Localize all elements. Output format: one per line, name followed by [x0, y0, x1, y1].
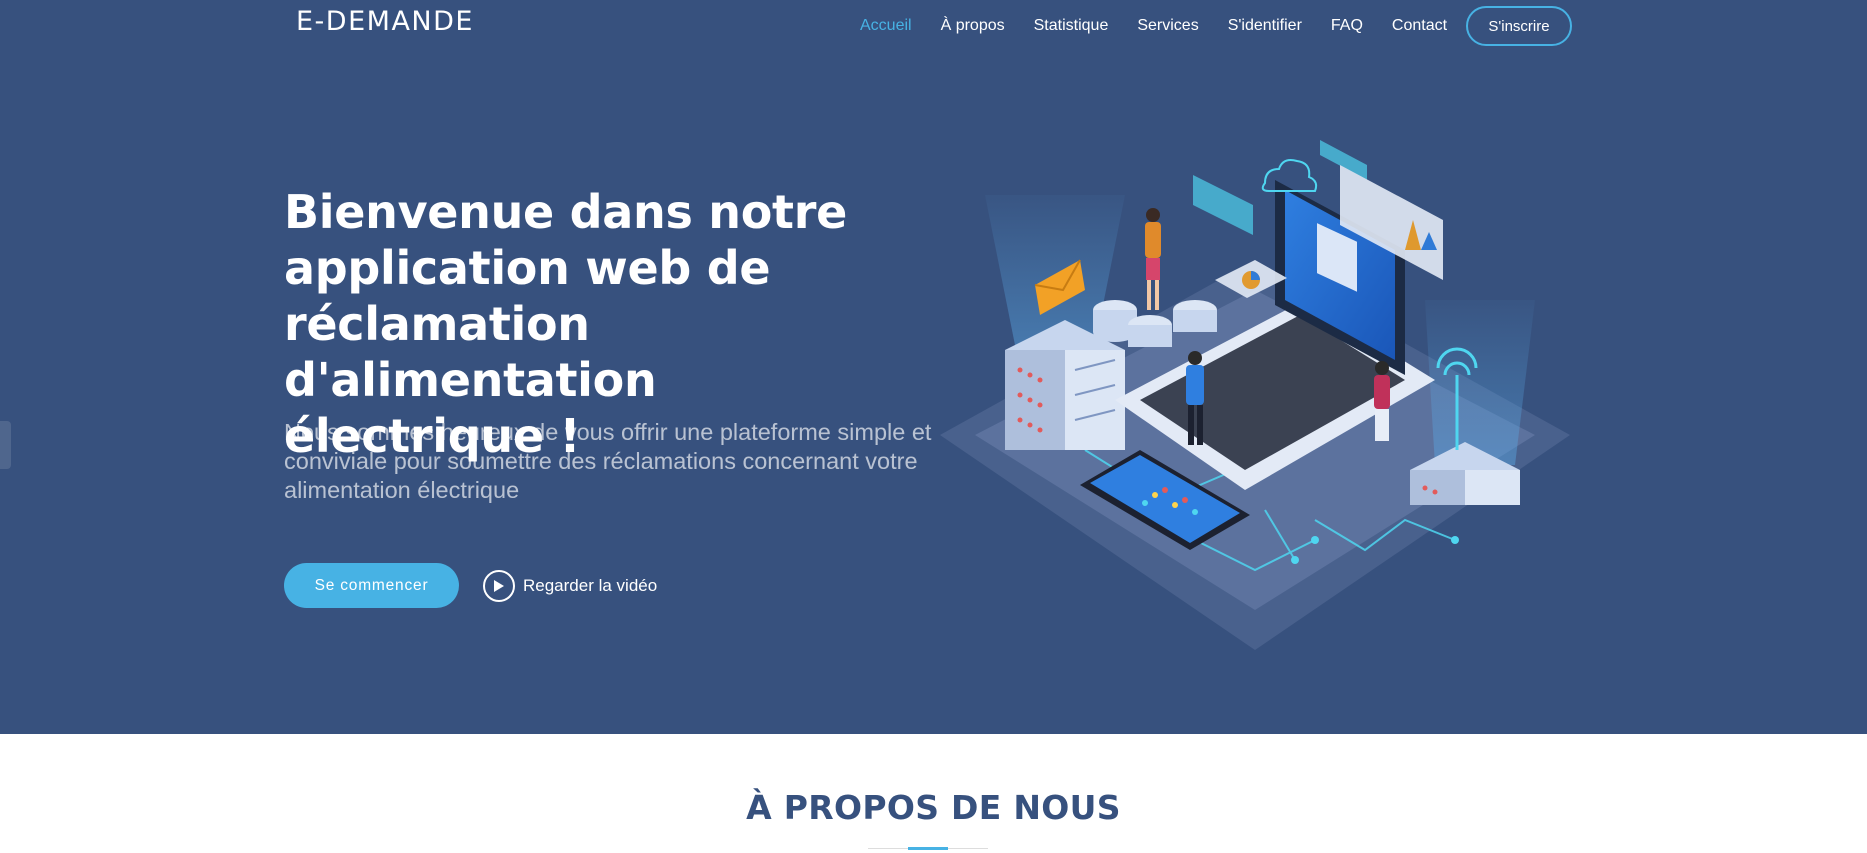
- nav-item-contact[interactable]: Contact: [1392, 17, 1447, 35]
- hero-section: E-DEMANDE Accueil À propos Statistique S…: [0, 0, 1867, 734]
- play-icon[interactable]: [483, 570, 515, 602]
- isometric-tech-illustration: [940, 140, 1570, 650]
- nav-item-a-propos[interactable]: À propos: [941, 17, 1005, 35]
- site-logo[interactable]: E-DEMANDE: [296, 6, 474, 37]
- about-section-title: À PROPOS DE NOUS: [746, 788, 1121, 827]
- watch-video-label[interactable]: Regarder la vidéo: [523, 576, 657, 596]
- side-tab-handle[interactable]: [0, 421, 11, 469]
- nav-item-statistique[interactable]: Statistique: [1034, 17, 1109, 35]
- nav-item-faq[interactable]: FAQ: [1331, 17, 1363, 35]
- title-underline-accent: [908, 847, 948, 850]
- nav-item-sidentifier[interactable]: S'identifier: [1228, 17, 1302, 35]
- nav-item-accueil[interactable]: Accueil: [860, 17, 912, 35]
- hero-subtitle: Nous sommes heureux de vous offrir une p…: [284, 419, 932, 503]
- nav-item-services[interactable]: Services: [1137, 17, 1198, 35]
- watch-video-link[interactable]: Regarder la vidéo: [483, 569, 657, 603]
- main-nav: Accueil À propos Statistique Services S'…: [860, 6, 1572, 46]
- signup-button[interactable]: S'inscrire: [1466, 6, 1572, 46]
- start-button[interactable]: Se commencer: [284, 563, 459, 608]
